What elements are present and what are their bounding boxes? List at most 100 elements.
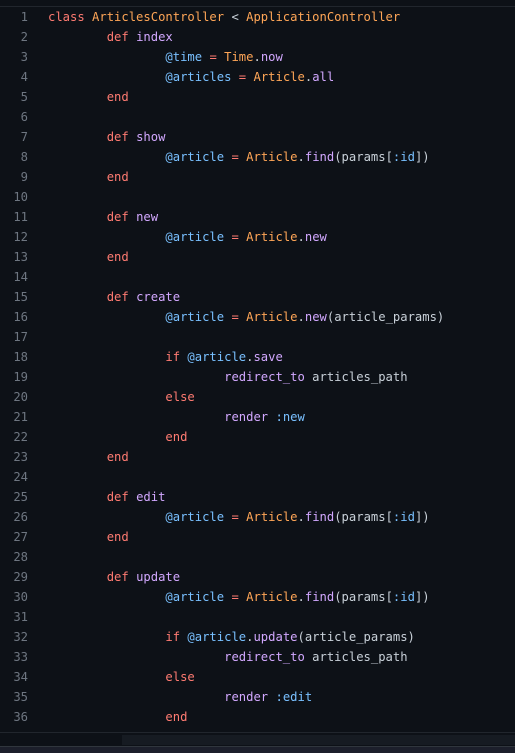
editor-top-border — [0, 0, 515, 7]
code-token: def — [106, 30, 137, 44]
line-code: render :new — [48, 407, 305, 427]
code-area[interactable]: 1 class ArticlesController < ApplicationC… — [0, 7, 515, 727]
code-line[interactable]: 12 @article = Article.new — [0, 227, 515, 247]
line-number: 35 — [13, 690, 28, 704]
line-code: @article = Article.find(params[:id]) — [48, 587, 429, 607]
code-line[interactable]: 26 @article = Article.find(params[:id]) — [0, 507, 515, 527]
code-token: Article — [253, 70, 305, 84]
code-token: show — [136, 130, 166, 144]
line-code: if @article.update(article_params) — [48, 627, 415, 647]
line-number: 3 — [20, 50, 28, 64]
code-line[interactable]: 28 — [0, 547, 515, 567]
line-number: 26 — [13, 510, 28, 524]
code-token: :id — [392, 510, 415, 524]
code-line[interactable]: 14 — [0, 267, 515, 287]
code-line[interactable]: 15 def create — [0, 287, 515, 307]
code-line[interactable]: 19 redirect_to articles_path — [0, 367, 515, 387]
code-line[interactable]: 10 — [0, 187, 515, 207]
code-token: update — [136, 570, 181, 584]
code-line[interactable]: 16 @article = Article.new(article_params… — [0, 307, 515, 327]
code-token: render — [224, 410, 269, 424]
code-token: < — [224, 10, 247, 24]
code-line[interactable]: 6 — [0, 107, 515, 127]
code-line[interactable]: 9 end — [0, 167, 515, 187]
code-token: def — [106, 210, 137, 224]
code-token: def — [106, 130, 137, 144]
code-line[interactable]: 17 — [0, 327, 515, 347]
line-code: def create — [48, 287, 180, 307]
line-code: @time = Time.now — [48, 47, 282, 67]
line-number: 1 — [20, 10, 28, 24]
code-token: . — [297, 150, 305, 164]
code-line[interactable]: 22 end — [0, 427, 515, 447]
code-token: articles_path — [304, 370, 408, 384]
code-token: Article — [246, 230, 298, 244]
code-line[interactable]: 23 end — [0, 447, 515, 467]
code-token: @article — [187, 350, 247, 364]
code-line[interactable]: 35 render :edit — [0, 687, 515, 707]
line-number: 9 — [20, 170, 28, 184]
code-line[interactable]: 5 end — [0, 87, 515, 107]
code-line[interactable]: 4 @articles = Article.all — [0, 67, 515, 87]
line-number: 36 — [13, 710, 28, 724]
line-code: def update — [48, 567, 180, 587]
line-number: 23 — [13, 450, 28, 464]
code-token: else — [165, 670, 195, 684]
code-line[interactable]: 18 if @article.save — [0, 347, 515, 367]
code-line[interactable]: 31 — [0, 607, 515, 627]
code-line[interactable]: 34 else — [0, 667, 515, 687]
line-code: end — [48, 247, 129, 267]
code-token: end — [165, 710, 188, 724]
line-code: redirect_to articles_path — [48, 367, 408, 387]
code-line[interactable]: 33 redirect_to articles_path — [0, 647, 515, 667]
code-line[interactable]: 1 class ArticlesController < ApplicationC… — [0, 7, 515, 27]
code-line[interactable]: 21 render :new — [0, 407, 515, 427]
code-line[interactable]: 7 def show — [0, 127, 515, 147]
code-line[interactable]: 25 def edit — [0, 487, 515, 507]
horizontal-scrollbar-thumb[interactable] — [122, 735, 515, 745]
code-token: class — [48, 10, 93, 24]
line-number: 30 — [13, 590, 28, 604]
code-token: render — [224, 690, 269, 704]
horizontal-scrollbar[interactable] — [0, 732, 515, 747]
code-token: save — [253, 350, 283, 364]
code-line[interactable]: 3 @time = Time.now — [0, 47, 515, 67]
line-code: redirect_to articles_path — [48, 647, 407, 667]
code-line[interactable]: 24 — [0, 467, 515, 487]
code-line[interactable]: 8 @article = Article.find(params[:id]) — [0, 147, 515, 167]
code-line[interactable]: 32 if @article.update(article_params) — [0, 627, 515, 647]
line-code: end — [48, 167, 129, 187]
code-token: Article — [246, 150, 298, 164]
code-token: new — [136, 210, 159, 224]
code-token: redirect_to — [224, 370, 305, 384]
code-token: edit — [136, 490, 166, 504]
code-token: ]) — [414, 510, 430, 524]
code-editor[interactable]: 1 class ArticlesController < ApplicationC… — [0, 0, 515, 753]
code-line[interactable]: 13 end — [0, 247, 515, 267]
code-token: Time — [224, 50, 254, 64]
code-token: find — [304, 590, 335, 604]
code-token: @article — [165, 310, 225, 324]
code-line[interactable]: 2 def index — [0, 27, 515, 47]
code-token: if — [165, 630, 188, 644]
line-number: 28 — [13, 550, 28, 564]
code-line[interactable]: 36 end — [0, 707, 515, 727]
code-token: @article — [165, 230, 225, 244]
code-token: new — [304, 230, 327, 244]
code-line[interactable]: 20 else — [0, 387, 515, 407]
line-number: 25 — [13, 490, 28, 504]
code-line[interactable]: 29 def update — [0, 567, 515, 587]
line-number: 19 — [13, 370, 28, 384]
code-line[interactable]: 27 end — [0, 527, 515, 547]
code-line[interactable]: 11 def new — [0, 207, 515, 227]
line-code: end — [48, 447, 129, 467]
code-line[interactable]: 30 @article = Article.find(params[:id]) — [0, 587, 515, 607]
line-number: 24 — [13, 470, 28, 484]
